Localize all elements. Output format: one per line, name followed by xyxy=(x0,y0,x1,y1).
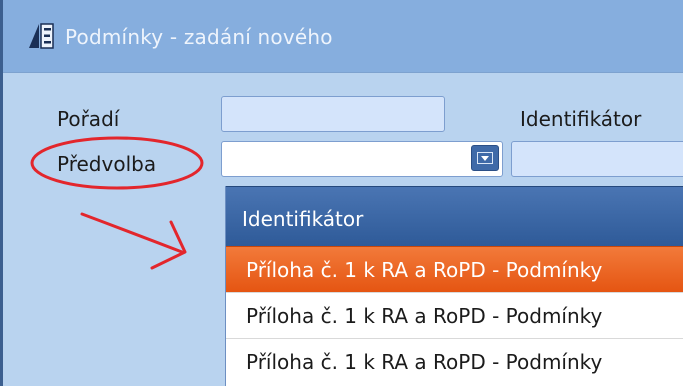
dropdown-item-label: Příloha č. 1 k RA a RoPD - Podmínky xyxy=(246,304,603,328)
dropdown-item-label: Příloha č. 1 k RA a RoPD - Podmínky xyxy=(246,350,603,374)
poradi-label: Pořadí xyxy=(57,107,120,131)
dialog-window: Podmínky - zadání nového Pořadí Identifi… xyxy=(0,0,683,386)
predvolba-combobox[interactable] xyxy=(221,141,503,177)
identifikator-input[interactable] xyxy=(511,141,683,177)
dropdown-item[interactable]: Příloha č. 1 k RA a RoPD - Podmínky xyxy=(226,292,683,338)
chevron-down-icon xyxy=(477,152,493,164)
poradi-input[interactable] xyxy=(221,96,445,132)
title-bar[interactable]: Podmínky - zadání nového xyxy=(3,0,683,73)
predvolba-label: Předvolba xyxy=(57,152,157,176)
predvolba-dropdown-button[interactable] xyxy=(471,145,499,171)
identifikator-label: Identifikátor xyxy=(520,107,642,131)
dropdown-item-label: Příloha č. 1 k RA a RoPD - Podmínky xyxy=(246,258,603,282)
app-e-icon xyxy=(27,22,55,50)
dropdown-item[interactable]: Příloha č. 1 k RA a RoPD - Podmínky xyxy=(226,246,683,292)
column-header-label: Identifikátor xyxy=(242,207,364,231)
dropdown-item[interactable]: Příloha č. 1 k RA a RoPD - Podmínky xyxy=(226,338,683,384)
predvolba-dropdown-list[interactable]: Identifikátor Příloha č. 1 k RA a RoPD -… xyxy=(225,186,683,386)
window-title: Podmínky - zadání nového xyxy=(65,25,333,49)
dropdown-column-header[interactable]: Identifikátor xyxy=(226,186,683,247)
